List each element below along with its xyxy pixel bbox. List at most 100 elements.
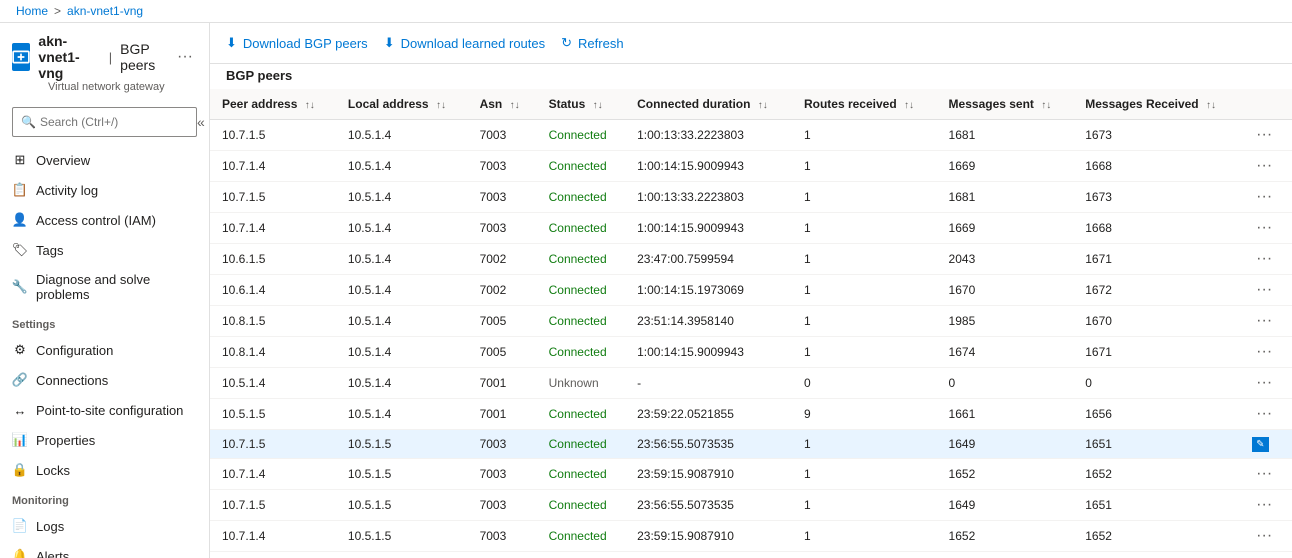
- cell-asn: 7003: [468, 151, 537, 182]
- cell-status: Connected: [537, 306, 626, 337]
- cell-asn: 7003: [468, 521, 537, 552]
- cell-more[interactable]: ···: [1240, 213, 1292, 244]
- cell-local-address: 10.5.1.4: [336, 244, 468, 275]
- cell-more[interactable]: ···: [1240, 120, 1292, 151]
- more-options-button[interactable]: ···: [1252, 527, 1276, 545]
- cell-received: 1656: [1073, 399, 1240, 430]
- cell-more[interactable]: ···: [1240, 244, 1292, 275]
- cell-status: Connected: [537, 213, 626, 244]
- sidebar-item-properties[interactable]: 📊 Properties: [0, 425, 209, 455]
- search-icon: 🔍: [21, 115, 36, 129]
- download-routes-button[interactable]: ⬇ Download learned routes: [384, 31, 545, 55]
- more-options-button[interactable]: ···: [1252, 465, 1276, 483]
- cell-more[interactable]: ···: [1240, 490, 1292, 521]
- cell-duration: 1:00:14:15.9009943: [625, 337, 792, 368]
- sidebar-item-p2s[interactable]: ↔ Point-to-site configuration: [0, 395, 209, 425]
- cell-more[interactable]: ···: [1240, 337, 1292, 368]
- collapse-button[interactable]: «: [195, 112, 207, 132]
- table-row: 10.8.1.5 10.5.1.4 7005 Connected 23:51:1…: [210, 306, 1292, 337]
- download-routes-label: Download learned routes: [401, 36, 546, 51]
- breadcrumb-resource[interactable]: akn-vnet1-vng: [67, 4, 143, 18]
- cell-more[interactable]: ···: [1240, 521, 1292, 552]
- col-connected-duration[interactable]: Connected duration ↑↓: [625, 89, 792, 120]
- resource-icon: [12, 43, 30, 71]
- more-options-button[interactable]: ···: [1252, 496, 1276, 514]
- more-options-button[interactable]: ···: [1252, 312, 1276, 330]
- cell-more[interactable]: ···: [1240, 182, 1292, 213]
- cell-peer-address: 10.6.1.4: [210, 275, 336, 306]
- cell-status: Connected: [537, 275, 626, 306]
- cell-asn: 7003: [468, 430, 537, 459]
- cell-peer-address: 10.7.1.5: [210, 120, 336, 151]
- cell-peer-address: 10.8.1.5: [210, 306, 336, 337]
- col-messages-sent[interactable]: Messages sent ↑↓: [937, 89, 1074, 120]
- sidebar-item-config-label: Configuration: [36, 343, 113, 358]
- more-options-button[interactable]: ···: [1252, 281, 1276, 299]
- sidebar-item-iam[interactable]: 👤 Access control (IAM): [0, 205, 209, 235]
- sidebar-item-locks-label: Locks: [36, 463, 70, 478]
- cell-more[interactable]: ···: [1240, 552, 1292, 558]
- sidebar-item-activity-log[interactable]: 📋 Activity log: [0, 175, 209, 205]
- sidebar-item-tags[interactable]: 🏷 Tags: [0, 235, 209, 265]
- sidebar-item-logs-label: Logs: [36, 519, 64, 534]
- download-bgp-button[interactable]: ⬇ Download BGP peers: [226, 31, 368, 55]
- cell-local-address: 10.5.1.4: [336, 120, 468, 151]
- col-status[interactable]: Status ↑↓: [537, 89, 626, 120]
- cell-duration: 1:00:14:15.9009943: [625, 213, 792, 244]
- sidebar-item-diagnose-label: Diagnose and solve problems: [36, 272, 197, 302]
- sidebar-header: akn-vnet1-vng | BGP peers ··· Virtual ne…: [0, 23, 209, 99]
- overview-icon: ⊞: [12, 152, 28, 168]
- sidebar-item-alerts-label: Alerts: [36, 549, 69, 558]
- cell-routes: 1: [792, 552, 937, 558]
- sidebar-item-overview[interactable]: ⊞ Overview: [0, 145, 209, 175]
- table-row: 10.6.1.5 10.5.1.5 7002 Connected 23:59:1…: [210, 552, 1292, 558]
- ellipsis-button[interactable]: ···: [173, 46, 197, 68]
- sidebar-item-alerts[interactable]: 🔔 Alerts: [0, 541, 209, 558]
- col-routes-received[interactable]: Routes received ↑↓: [792, 89, 937, 120]
- sidebar-item-connections[interactable]: 🔗 Connections: [0, 365, 209, 395]
- cell-more[interactable]: ···: [1240, 275, 1292, 306]
- cell-peer-address: 10.8.1.4: [210, 337, 336, 368]
- cell-status: Unknown: [537, 368, 626, 399]
- more-options-button[interactable]: ···: [1252, 157, 1276, 175]
- cell-routes: 1: [792, 213, 937, 244]
- cell-more[interactable]: ···: [1240, 151, 1292, 182]
- cell-sent: 1985: [937, 306, 1074, 337]
- alerts-icon: 🔔: [12, 548, 28, 558]
- col-peer-address[interactable]: Peer address ↑↓: [210, 89, 336, 120]
- breadcrumb-home[interactable]: Home: [16, 4, 48, 18]
- cell-peer-address: 10.5.1.5: [210, 399, 336, 430]
- sidebar-item-logs[interactable]: 📄 Logs: [0, 511, 209, 541]
- cell-more[interactable]: ···: [1240, 368, 1292, 399]
- refresh-label: Refresh: [578, 36, 624, 51]
- sidebar-item-locks[interactable]: 🔒 Locks: [0, 455, 209, 485]
- sidebar-item-configuration[interactable]: ⚙ Configuration: [0, 335, 209, 365]
- more-options-button[interactable]: ···: [1252, 219, 1276, 237]
- cell-duration: 23:51:14.3958140: [625, 306, 792, 337]
- breadcrumb: Home > akn-vnet1-vng: [0, 0, 1292, 23]
- activity-icon: 📋: [12, 182, 28, 198]
- more-options-button[interactable]: ···: [1252, 188, 1276, 206]
- cell-more[interactable]: ···: [1240, 306, 1292, 337]
- cell-more[interactable]: ✎: [1240, 430, 1292, 459]
- cell-status: Connected: [537, 521, 626, 552]
- cell-more[interactable]: ···: [1240, 459, 1292, 490]
- more-options-button[interactable]: ···: [1252, 250, 1276, 268]
- sidebar-item-connections-label: Connections: [36, 373, 108, 388]
- edit-button[interactable]: ✎: [1252, 437, 1268, 452]
- col-messages-received[interactable]: Messages Received ↑↓: [1073, 89, 1240, 120]
- more-options-button[interactable]: ···: [1252, 343, 1276, 361]
- more-options-button[interactable]: ···: [1252, 405, 1276, 423]
- search-input[interactable]: [40, 115, 195, 129]
- cell-local-address: 10.5.1.5: [336, 459, 468, 490]
- sidebar-item-diagnose[interactable]: 🔧 Diagnose and solve problems: [0, 265, 209, 309]
- cell-more[interactable]: ···: [1240, 399, 1292, 430]
- cell-peer-address: 10.7.1.4: [210, 521, 336, 552]
- col-local-address[interactable]: Local address ↑↓: [336, 89, 468, 120]
- refresh-button[interactable]: ↻ Refresh: [561, 31, 623, 55]
- settings-section-title: Settings: [0, 309, 209, 335]
- more-options-button[interactable]: ···: [1252, 374, 1276, 392]
- col-asn[interactable]: Asn ↑↓: [468, 89, 537, 120]
- cell-status: Connected: [537, 552, 626, 558]
- more-options-button[interactable]: ···: [1252, 126, 1276, 144]
